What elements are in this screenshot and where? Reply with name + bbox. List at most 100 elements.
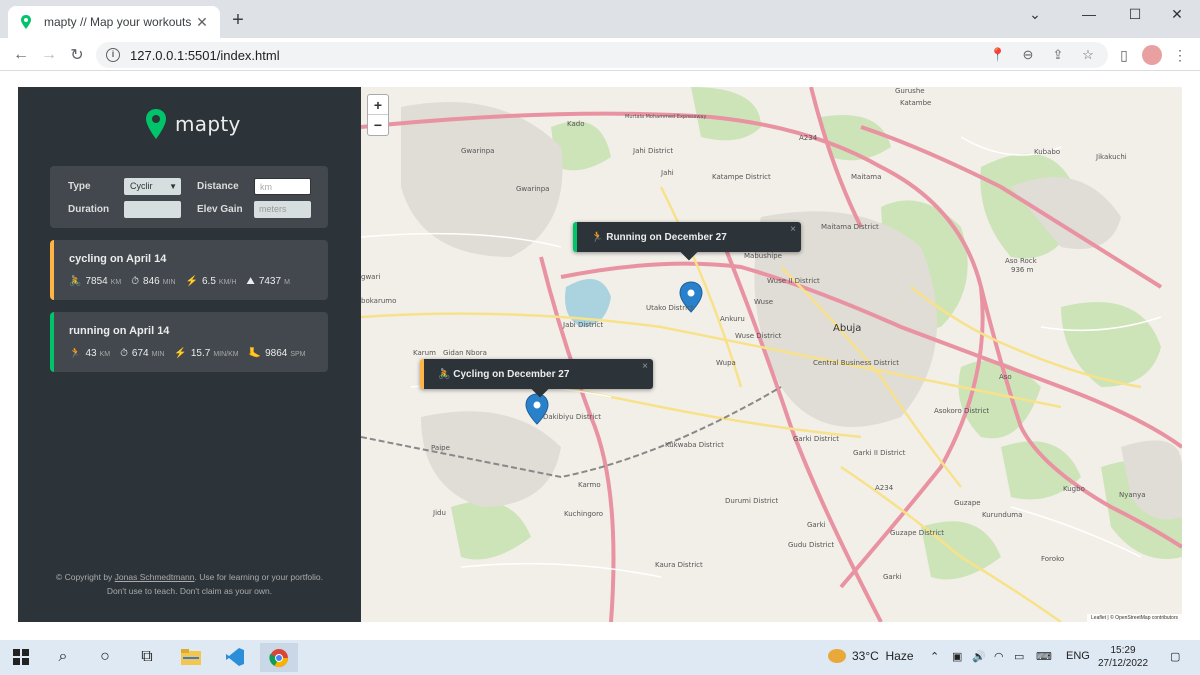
author-link[interactable]: Jonas Schmedtmann xyxy=(115,572,195,582)
battery-icon[interactable]: ▭ xyxy=(1014,650,1024,663)
tab-close-icon[interactable]: ✕ xyxy=(194,14,210,30)
map-label-nyanya: Nyanya xyxy=(1119,491,1146,499)
map-label-kubabo: Kubabo xyxy=(1034,148,1061,156)
map-label-foroko: Foroko xyxy=(1041,555,1065,563)
elev-gain-label: Elev Gain xyxy=(197,204,243,215)
map-label-durumi: Durumi District xyxy=(725,497,779,505)
workout-duration: ⏱ 846 min xyxy=(131,276,176,287)
chevron-down-icon: ▼ xyxy=(169,182,177,191)
wifi-icon[interactable]: ◠ xyxy=(994,650,1004,663)
workout-item-running[interactable]: running on April 14 🏃 43 km ⏱ 674 min ⚡️ 15.7… xyxy=(50,312,328,372)
type-select[interactable]: Cyclir ▼ xyxy=(124,178,181,195)
browser-tab-active[interactable]: mapty // Map your workouts ✕ xyxy=(8,6,220,38)
file-explorer-icon[interactable] xyxy=(180,646,202,668)
workout-form: Type Cyclir ▼ Distance km Duration Elev … xyxy=(50,166,328,228)
lightning-icon: ⚡️ xyxy=(174,348,187,359)
logo: mapty xyxy=(145,108,241,140)
clock[interactable]: 15:29 27/12/2022 xyxy=(1094,644,1152,670)
cortana-icon[interactable]: ○ xyxy=(94,646,116,668)
browser-tab-strip: mapty // Map your workouts ✕ + ⌄ — ☐ ✕ xyxy=(0,0,1200,38)
windows-taskbar: ⌕ ○ ⧉ 33°C Haze ⌃ ▣ 🔊 ◠ ▭ ⌨ ENG 15:29 27… xyxy=(0,640,1200,675)
map-label-katampe: Katampe District xyxy=(712,173,771,181)
forward-arrow-icon[interactable]: → xyxy=(38,44,60,66)
stopwatch-icon: ⏱ xyxy=(131,276,140,287)
map-label-maitama-district: Maitama District xyxy=(821,223,879,231)
chevron-up-icon[interactable]: ⌃ xyxy=(930,650,939,663)
map-label-wupa: Wupa xyxy=(716,359,736,367)
address-bar[interactable]: i 127.0.0.1:5501/index.html 📍 ⊖ ⇪ ☆ xyxy=(96,42,1108,68)
popup-cycling-text: 🚴 Cycling on December 27 xyxy=(438,368,570,380)
zoom-out-button[interactable]: − xyxy=(368,115,388,135)
weather-widget[interactable]: 33°C Haze xyxy=(828,649,914,663)
map-label-jidu: Jidu xyxy=(433,509,446,517)
close-icon[interactable]: × xyxy=(642,361,648,372)
map-label-jahi: Jahi District xyxy=(633,147,674,155)
zoom-in-button[interactable]: + xyxy=(368,95,388,115)
language-indicator[interactable]: ENG xyxy=(1066,650,1090,662)
map-label-wuse-district: Wuse District xyxy=(735,332,782,340)
map-label-wuse-ii: Wuse II District xyxy=(767,277,820,285)
notification-icon[interactable]: ▢ xyxy=(1170,650,1180,663)
windows-start-icon[interactable] xyxy=(10,646,32,668)
map-label-jabi: Jabi District xyxy=(563,321,604,329)
workout-item-cycling[interactable]: cycling on April 14 🚴 7854 km ⏱ 846 min ⚡️ 6.… xyxy=(50,240,328,300)
map-label-gidan-nbora: Gidan Nbora xyxy=(443,349,487,357)
meet-now-icon[interactable]: ▣ xyxy=(952,650,962,663)
zoom-icon[interactable]: ⊖ xyxy=(1020,47,1036,63)
weather-temp: 33°C xyxy=(852,649,879,663)
task-view-icon[interactable]: ⧉ xyxy=(136,646,158,668)
minimize-button[interactable]: — xyxy=(1066,0,1112,28)
map[interactable]: Abuja Gwarinpa Gwarinpa Jahi District Ja… xyxy=(361,87,1182,622)
map-label-bokarumo: bokarumo xyxy=(361,297,397,305)
workout-elevation: ⛰ 7437 m xyxy=(246,276,290,287)
back-arrow-icon[interactable]: ← xyxy=(10,44,32,66)
share-icon[interactable]: ⇪ xyxy=(1050,47,1066,63)
popup-running[interactable]: 🏃 Running on December 27 × xyxy=(573,222,801,261)
new-tab-button[interactable]: + xyxy=(228,10,248,30)
location-pin-icon[interactable]: 📍 xyxy=(990,47,1006,63)
close-window-button[interactable]: ✕ xyxy=(1154,0,1200,28)
bicycle-icon: 🚴 xyxy=(69,276,82,287)
runner-icon: 🏃 xyxy=(69,348,82,359)
speaker-icon[interactable]: 🔊 xyxy=(972,650,986,663)
map-label-garki-ii: Garki II District xyxy=(853,449,906,457)
logo-pin-icon xyxy=(146,109,166,139)
map-label-murtala-expressway: Murtala Mohammed Expressway xyxy=(625,114,707,120)
workout-duration: ⏱ 674 min xyxy=(120,348,165,359)
search-icon[interactable]: ⌕ xyxy=(52,646,74,668)
map-label-a234: A234 xyxy=(799,134,818,142)
maximize-button[interactable]: ☐ xyxy=(1112,0,1158,28)
vscode-icon[interactable] xyxy=(224,646,246,668)
bookmark-star-icon[interactable]: ☆ xyxy=(1080,47,1096,63)
duration-input[interactable] xyxy=(124,201,181,218)
side-panel-icon[interactable]: ▯ xyxy=(1114,45,1134,65)
popup-cycling[interactable]: 🚴 Cycling on December 27 × xyxy=(420,359,653,398)
map-label-kuchingoro: Kuchingoro xyxy=(564,510,604,518)
elev-gain-input[interactable]: meters xyxy=(254,201,311,218)
kebab-menu-icon[interactable]: ⋮ xyxy=(1170,45,1190,65)
workout-pace: ⚡️ 15.7 min/km xyxy=(174,348,239,359)
page-content: mapty Type Cyclir ▼ Distance km Duration… xyxy=(0,71,1200,640)
map-label-katambe: Katambe xyxy=(900,99,932,107)
profile-avatar[interactable] xyxy=(1142,45,1162,65)
distance-input[interactable]: km xyxy=(254,178,311,195)
map-label-guzape: Guzape xyxy=(954,499,981,507)
map-attribution[interactable]: Leaflet | © OpenStreetMap contributors xyxy=(1087,614,1182,622)
map-label-aso-rock-height: 936 m xyxy=(1011,266,1034,274)
url-text[interactable]: 127.0.0.1:5501/index.html xyxy=(130,48,280,63)
chrome-icon[interactable] xyxy=(260,643,298,672)
reload-icon[interactable]: ↻ xyxy=(66,44,88,66)
tab-title: mapty // Map your workouts xyxy=(44,15,192,29)
browser-toolbar: ← → ↻ i 127.0.0.1:5501/index.html 📍 ⊖ ⇪ … xyxy=(0,38,1200,71)
info-icon[interactable]: i xyxy=(106,48,120,62)
workout-distance: 🚴 7854 km xyxy=(69,276,122,287)
map-label-gwarinpa: Gwarinpa xyxy=(516,185,550,193)
map-label-kukwaba: Kukwaba District xyxy=(665,441,724,449)
map-label-abuja: Abuja xyxy=(833,323,862,334)
map-label-kaura: Kaura District xyxy=(655,561,703,569)
keyboard-icon[interactable]: ⌨ xyxy=(1036,650,1052,663)
close-icon[interactable]: × xyxy=(790,224,796,235)
chevron-down-icon[interactable]: ⌄ xyxy=(1012,0,1058,28)
map-label-gurushe: Gurushe xyxy=(895,87,925,95)
clock-date: 27/12/2022 xyxy=(1097,658,1149,669)
